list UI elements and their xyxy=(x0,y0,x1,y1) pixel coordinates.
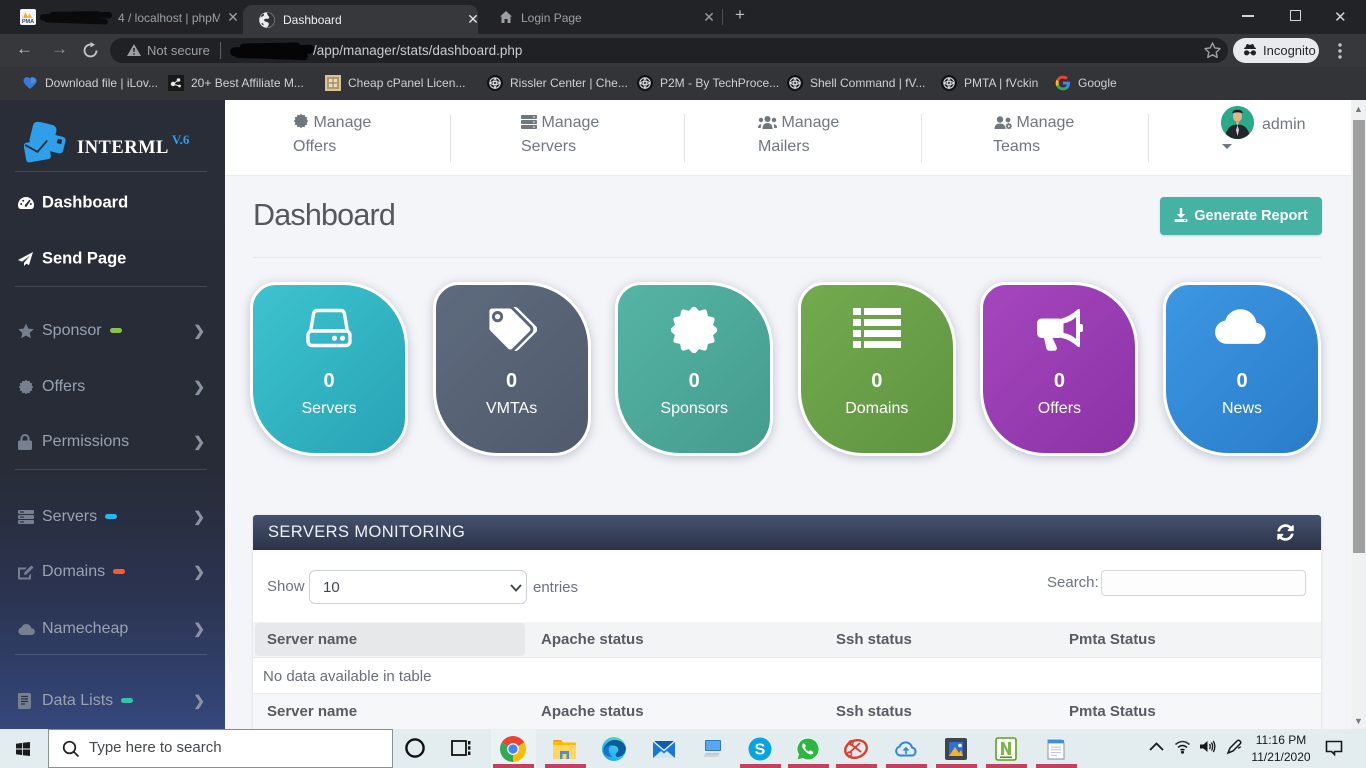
svg-text:S: S xyxy=(755,742,766,759)
svg-text:PMA: PMA xyxy=(22,19,34,25)
